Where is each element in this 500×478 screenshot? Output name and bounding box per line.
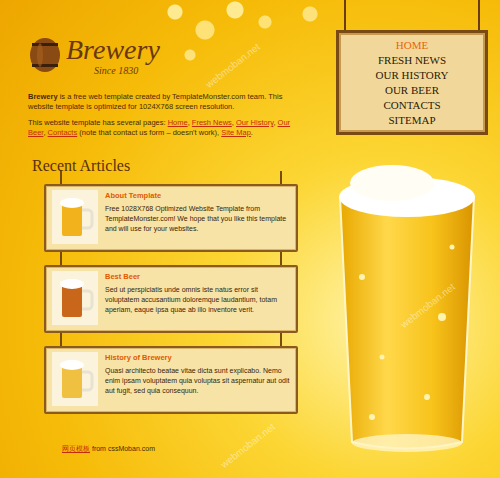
intro-text: This website template has several pages: — [28, 118, 168, 127]
article-body: Sed ut perspiciatis unde omnis iste natu… — [105, 285, 290, 315]
nav-item[interactable]: HOME — [396, 38, 428, 53]
intro-text: , — [273, 118, 277, 127]
right-column: HOMEFRESH NEWSOUR HISTORYOUR BEERCONTACT… — [318, 0, 500, 478]
article-text: History of Brewery Quasi architecto beata… — [105, 352, 290, 408]
intro-text: . — [251, 128, 253, 137]
nav-item[interactable]: OUR HISTORY — [376, 68, 449, 83]
logo-name: Brewery — [66, 35, 160, 65]
rope — [478, 0, 480, 30]
page: BrewerySince 1830Brewery is a free web t… — [0, 0, 500, 478]
left-column: BrewerySince 1830Brewery is a free web t… — [0, 0, 318, 478]
article-card: Best Beer Sed ut perspiciatis unde omnis … — [44, 265, 298, 333]
article-text: Best Beer Sed ut perspiciatis unde omnis … — [105, 271, 290, 327]
footer-text: from cssMoban.com — [90, 445, 155, 452]
barrel-icon — [28, 37, 62, 73]
nav-ropes — [336, 0, 488, 30]
watermark: webmoban.net — [399, 281, 457, 330]
intro-text: , — [43, 128, 47, 137]
footer: 网页模板 from cssMoban.com — [62, 444, 318, 454]
article-title[interactable]: About Template — [105, 191, 290, 201]
nav-item[interactable]: FRESH NEWS — [378, 53, 446, 68]
rope — [344, 0, 346, 30]
article-title[interactable]: Best Beer — [105, 272, 290, 282]
intro-link[interactable]: Home — [168, 118, 188, 127]
intro-text: , — [232, 118, 236, 127]
intro-link[interactable]: Contacts — [48, 128, 78, 137]
beer-photo — [52, 352, 98, 406]
beer-photo — [52, 271, 98, 325]
intro-link[interactable]: Site Map — [221, 128, 251, 137]
intro: Brewery is a free web template created b… — [28, 92, 302, 138]
article-title[interactable]: History of Brewery — [105, 353, 290, 363]
intro-text: , — [188, 118, 192, 127]
intro-paragraph: Brewery is a free web template created b… — [28, 92, 302, 112]
logo-since: Since 1830 — [94, 65, 160, 76]
watermark: webmoban.net — [219, 421, 277, 470]
section-heading: Recent Articles — [32, 156, 318, 176]
watermark: webmoban.net — [204, 41, 262, 90]
intro-link[interactable]: Fresh News — [192, 118, 232, 127]
article-text: About Template Free 1028X768 Optimized We… — [105, 190, 290, 246]
intro-text: (note that contact us form – doesn't wor… — [77, 128, 221, 137]
article-body: Quasi architecto beatae vitae dicta sunt… — [105, 366, 290, 396]
nav-panel: HOMEFRESH NEWSOUR HISTORYOUR BEERCONTACT… — [336, 30, 488, 135]
intro-paragraph: This website template has several pages:… — [28, 118, 302, 138]
nav-item[interactable]: SITEMAP — [388, 113, 435, 128]
article-body: Free 1028X768 Optimized Website Template… — [105, 204, 290, 234]
article-card: About Template Free 1028X768 Optimized We… — [44, 184, 298, 252]
intro-text: Brewery — [28, 92, 58, 101]
nav-item[interactable]: CONTACTS — [383, 98, 440, 113]
article-card: History of Brewery Quasi architecto beata… — [44, 346, 298, 414]
beer-photo — [52, 190, 98, 244]
beer-glass-photo — [332, 157, 482, 457]
article-list: About Template Free 1028X768 Optimized We… — [44, 184, 298, 414]
nav-item[interactable]: OUR BEER — [385, 83, 439, 98]
intro-link[interactable]: Our History — [236, 118, 273, 127]
footer-link[interactable]: 网页模板 — [62, 445, 90, 452]
logo-text: BrewerySince 1830 — [66, 35, 160, 76]
logo[interactable]: BrewerySince 1830 — [28, 28, 318, 82]
intro-text: is a free web template created by Templa… — [28, 92, 282, 111]
